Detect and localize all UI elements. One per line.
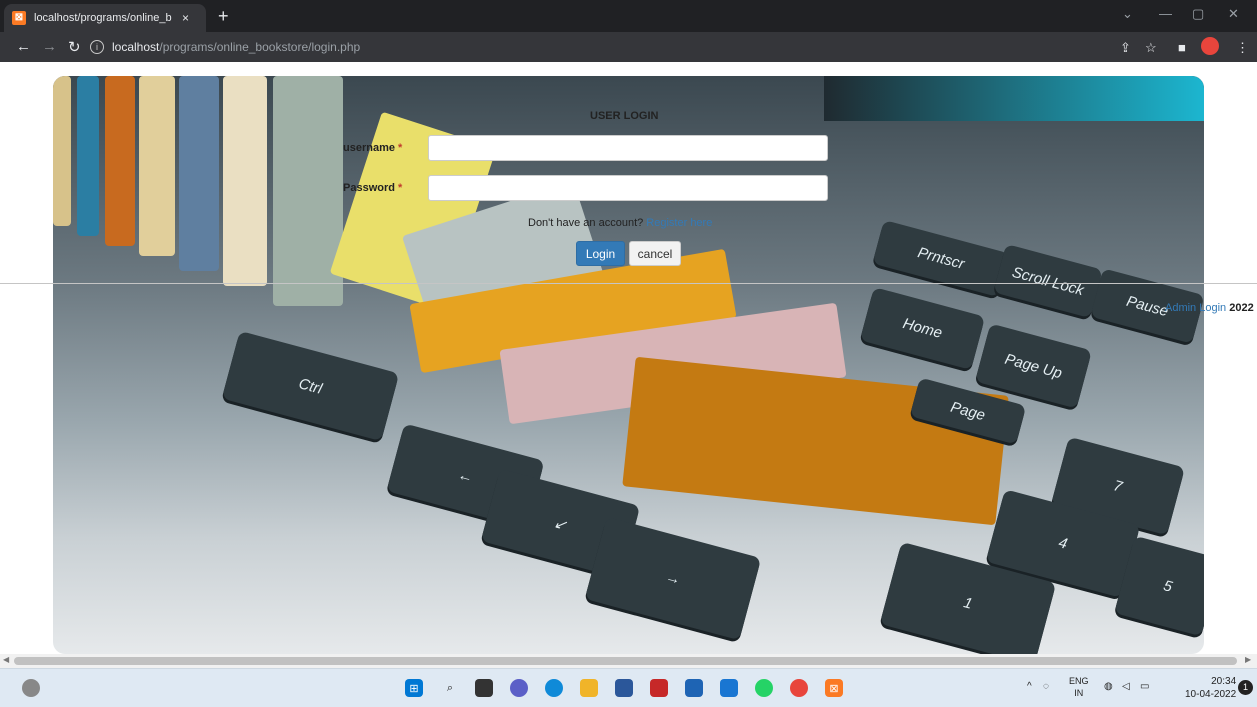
required-marker: * [398, 182, 403, 194]
laptop-screen-graphic [824, 76, 1204, 121]
profile-icon[interactable] [1201, 37, 1219, 55]
new-tab-button[interactable]: + [218, 6, 229, 26]
book-graphic [622, 356, 1009, 526]
tab-title: localhost/programs/online_book [34, 12, 172, 24]
page-title: USER LOGIN [590, 110, 659, 122]
network-icon[interactable]: ◌ [1043, 681, 1049, 692]
url-omnibox[interactable]: i localhost/programs/online_bookstore/lo… [90, 36, 1106, 58]
language-indicator[interactable]: ENG IN [1069, 675, 1089, 699]
back-arrow-icon[interactable]: ← [16, 38, 31, 55]
maximize-icon[interactable]: ▢ [1192, 6, 1204, 22]
edge-icon[interactable] [545, 679, 563, 697]
xampp-favicon-icon: ⊠ [12, 11, 26, 25]
keyboard-key: Ctrl [221, 330, 400, 442]
taskbar: ⊞ ⌕ ⊠ ^ ◌ ENG IN ◍ ◁ ▭ 20:34 10-04-2022 1 [0, 668, 1257, 707]
tray-overflow-icon[interactable]: ^ [1027, 681, 1032, 692]
register-prompt-text: Don't have an account? [528, 217, 647, 229]
page-viewport: Prntscr Scroll Lock Pause Home Page Up P… [0, 62, 1257, 654]
windows-start-icon[interactable]: ⊞ [405, 679, 423, 697]
clock-time: 20:34 [1211, 676, 1237, 687]
book-graphic [179, 76, 219, 271]
arrow-right-key-icon: → [584, 516, 762, 641]
chrome-icon[interactable] [790, 679, 808, 697]
url-text: localhost/programs/online_bookstore/logi… [112, 40, 360, 54]
username-label: username * [343, 142, 402, 154]
info-icon[interactable]: i [90, 40, 104, 54]
register-link[interactable]: Register here [646, 217, 712, 229]
required-marker: * [398, 142, 403, 154]
volume-icon[interactable]: ◁ [1122, 681, 1130, 692]
region-code: IN [1074, 688, 1084, 698]
menu-icon[interactable]: ⋮ [1236, 40, 1249, 56]
browser-tab-bar: ⊠ localhost/programs/online_book × + ⌄ —… [0, 0, 1257, 32]
search-icon[interactable]: ⌕ [441, 679, 459, 697]
cancel-button[interactable]: cancel [629, 241, 681, 266]
url-host: localhost [112, 40, 160, 54]
footer-year: 2022 [1229, 302, 1254, 314]
login-button[interactable]: Login [576, 241, 625, 266]
book-graphic [53, 76, 71, 226]
book-graphic [223, 76, 267, 286]
url-path: /programs/online_bookstore/login.php [159, 40, 361, 54]
wifi-icon[interactable]: ◍ [1104, 681, 1113, 692]
share-icon[interactable]: ⇪ [1120, 40, 1131, 56]
book-graphic [77, 76, 99, 236]
keyboard-key: Prntscr [872, 219, 1010, 298]
task-view-icon[interactable] [475, 679, 493, 697]
file-explorer-icon[interactable] [580, 679, 598, 697]
address-bar-row: ← → ↻ i localhost/programs/online_bookst… [0, 32, 1257, 62]
notification-badge[interactable]: 1 [1238, 680, 1253, 695]
minimize-icon[interactable]: — [1159, 6, 1172, 21]
close-window-icon[interactable]: ✕ [1228, 6, 1239, 22]
tab-search-icon[interactable]: ⌄ [1122, 6, 1133, 22]
app-icon[interactable] [650, 679, 668, 697]
footer: Admin Login 2022 [1165, 302, 1254, 314]
clock-date: 10-04-2022 [1185, 689, 1237, 700]
scroll-right-icon[interactable]: ▶ [1245, 655, 1251, 664]
notepad-icon[interactable] [720, 679, 738, 697]
book-graphic [105, 76, 135, 246]
whatsapp-icon[interactable] [755, 679, 773, 697]
admin-login-link[interactable]: Admin Login [1165, 302, 1226, 314]
scroll-left-icon[interactable]: ◀ [3, 655, 9, 664]
battery-icon[interactable]: ▭ [1140, 681, 1149, 692]
xampp-icon[interactable]: ⊠ [825, 679, 843, 697]
password-label: Password * [343, 182, 402, 194]
tab-close-icon[interactable]: × [182, 11, 189, 25]
keyboard-key: Home [859, 287, 986, 370]
star-icon[interactable]: ☆ [1145, 40, 1157, 56]
sidebar-icon[interactable]: ■ [1178, 40, 1186, 55]
weather-icon[interactable] [22, 679, 40, 697]
password-label-text: Password [343, 182, 395, 194]
register-prompt: Don't have an account? Register here [528, 217, 712, 229]
page-divider [0, 283, 1257, 284]
username-label-text: username [343, 142, 395, 154]
browser-tab[interactable]: ⊠ localhost/programs/online_book × [4, 4, 206, 32]
keyboard-key: Scroll Lock [993, 243, 1103, 319]
language-code: ENG [1069, 676, 1089, 686]
store-icon[interactable] [615, 679, 633, 697]
forward-arrow-icon[interactable]: → [42, 38, 57, 55]
password-input[interactable] [428, 175, 828, 201]
scrollbar-thumb[interactable] [14, 657, 1237, 665]
mail-icon[interactable] [685, 679, 703, 697]
hero-background-image: Prntscr Scroll Lock Pause Home Page Up P… [53, 76, 1204, 654]
clock[interactable]: 20:34 10-04-2022 [1185, 675, 1236, 701]
chat-icon[interactable] [510, 679, 528, 697]
username-input[interactable] [428, 135, 828, 161]
horizontal-scrollbar[interactable]: ◀ ▶ [0, 654, 1257, 668]
reload-icon[interactable]: ↻ [68, 38, 81, 56]
book-graphic [139, 76, 175, 256]
